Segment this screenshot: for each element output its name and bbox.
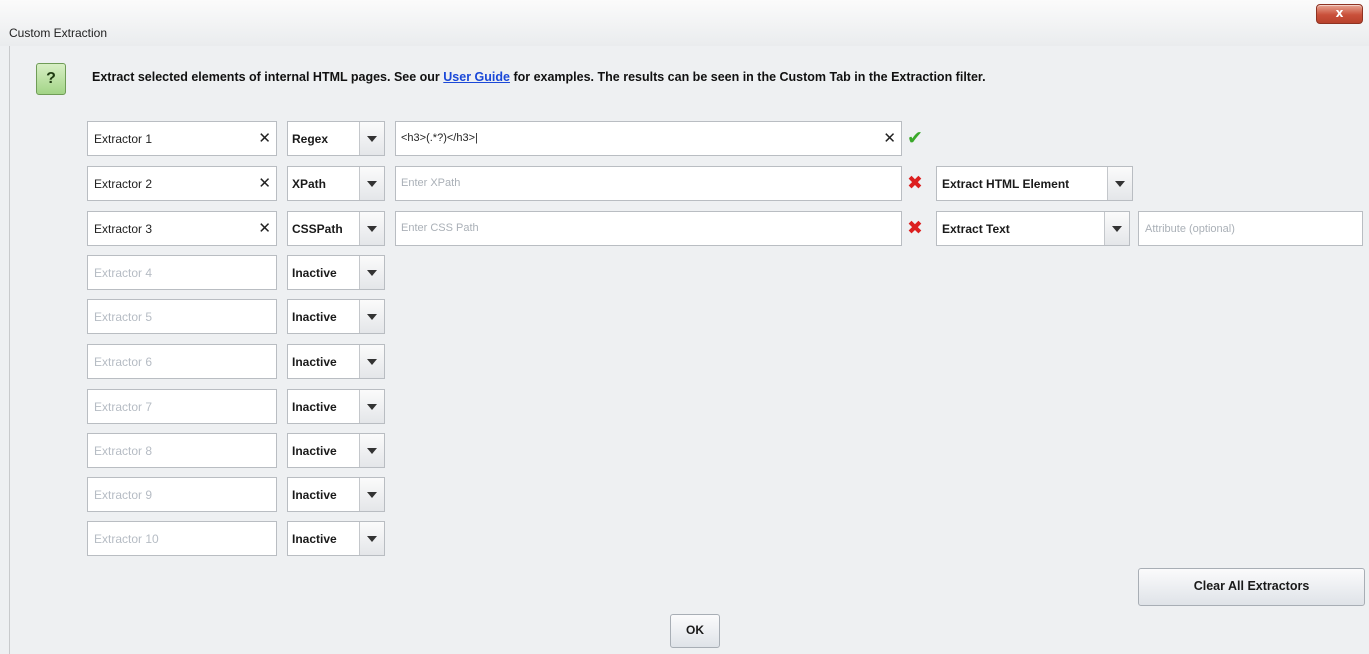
expression-placeholder: Enter CSS Path (401, 222, 479, 234)
chevron-down-icon[interactable] (359, 522, 384, 555)
expression-value: <h3>(.*?)</h3>| (401, 132, 478, 144)
extractor-row-2: Extractor 2 ✕ XPath Enter XPath ✖ Extrac… (0, 166, 1369, 203)
extractor-type-select[interactable]: Inactive (287, 255, 385, 290)
expression-field[interactable]: Enter XPath (395, 166, 902, 201)
chevron-down-icon[interactable] (359, 478, 384, 511)
extract-mode-select[interactable]: Extract HTML Element (936, 166, 1133, 201)
extractor-name-text: Extractor 9 (94, 488, 153, 502)
extractor-type-select[interactable]: Inactive (287, 344, 385, 379)
clear-name-icon[interactable]: ✕ (258, 129, 271, 147)
extractor-name-text: Extractor 10 (94, 532, 159, 546)
chevron-down-icon[interactable] (359, 212, 384, 245)
chevron-down-icon[interactable] (1104, 212, 1129, 245)
extractor-name-field[interactable]: Extractor 3 ✕ (87, 211, 277, 246)
expression-placeholder: Enter XPath (401, 177, 461, 189)
chevron-down-icon[interactable] (359, 345, 384, 378)
custom-extraction-dialog: Custom Extraction x ? Extract selected e… (0, 0, 1369, 654)
window-title: Custom Extraction (9, 26, 108, 40)
extract-mode-value: Extract HTML Element (942, 177, 1070, 191)
ok-button[interactable]: OK (670, 614, 720, 648)
extractor-type-value: XPath (292, 177, 327, 191)
intro-after-link: for examples. The results can be seen in… (509, 70, 986, 84)
valid-check-icon: ✔ (907, 127, 923, 149)
intro-before-link: Extract selected elements of internal HT… (92, 70, 444, 84)
extractor-name-field[interactable]: Extractor 8 (87, 433, 277, 468)
extractor-name-field[interactable]: Extractor 9 (87, 477, 277, 512)
extractor-name-text: Extractor 4 (94, 266, 153, 280)
title-bar: Custom Extraction x (0, 0, 1369, 46)
invalid-cross-icon: ✖ (907, 217, 923, 239)
extractor-type-value: Inactive (292, 400, 337, 414)
extractor-name-field[interactable]: Extractor 4 (87, 255, 277, 290)
clear-all-extractors-button[interactable]: Clear All Extractors (1138, 568, 1365, 606)
extractor-row-10: Extractor 10 Inactive (0, 521, 1369, 558)
chevron-down-icon[interactable] (359, 256, 384, 289)
attribute-placeholder: Attribute (optional) (1145, 223, 1235, 235)
chevron-down-icon[interactable] (359, 300, 384, 333)
clear-expression-icon[interactable]: ✕ (883, 129, 896, 147)
extractor-type-value: Inactive (292, 532, 337, 546)
extractor-name-field[interactable]: Extractor 5 (87, 299, 277, 334)
extractor-type-select[interactable]: Regex (287, 121, 385, 156)
extractor-type-value: Inactive (292, 355, 337, 369)
close-button[interactable]: x (1316, 4, 1363, 24)
extractor-row-5: Extractor 5 Inactive (0, 299, 1369, 336)
extractor-name-field[interactable]: Extractor 7 (87, 389, 277, 424)
extractor-row-3: Extractor 3 ✕ CSSPath Enter CSS Path ✖ E… (0, 211, 1369, 248)
extractor-name-text: Extractor 8 (94, 444, 153, 458)
chevron-down-icon[interactable] (1107, 167, 1132, 200)
expression-field[interactable]: <h3>(.*?)</h3>| ✕ (395, 121, 902, 156)
invalid-cross-icon: ✖ (907, 172, 923, 194)
extractor-row-6: Extractor 6 Inactive (0, 344, 1369, 381)
intro-text: Extract selected elements of internal HT… (92, 70, 986, 84)
extractor-name-field[interactable]: Extractor 2 ✕ (87, 166, 277, 201)
chevron-down-icon[interactable] (359, 167, 384, 200)
help-icon[interactable]: ? (36, 63, 66, 95)
clear-name-icon[interactable]: ✕ (258, 174, 271, 192)
extractor-type-select[interactable]: Inactive (287, 521, 385, 556)
extractor-type-select[interactable]: XPath (287, 166, 385, 201)
extractor-name-text: Extractor 6 (94, 355, 153, 369)
extractor-type-value: Inactive (292, 488, 337, 502)
extractor-row-4: Extractor 4 Inactive (0, 255, 1369, 292)
extractor-row-7: Extractor 7 Inactive (0, 389, 1369, 426)
extractor-name-text: Extractor 5 (94, 310, 153, 324)
extractor-name-text: Extractor 7 (94, 400, 153, 414)
expression-field[interactable]: Enter CSS Path (395, 211, 902, 246)
extractor-row-1: Extractor 1 ✕ Regex <h3>(.*?)</h3>| ✕ ✔ (0, 121, 1369, 158)
extractor-type-value: CSSPath (292, 222, 343, 236)
extractor-row-8: Extractor 8 Inactive (0, 433, 1369, 470)
extractor-type-value: Inactive (292, 266, 337, 280)
extractor-name-field[interactable]: Extractor 1 ✕ (87, 121, 277, 156)
chevron-down-icon[interactable] (359, 390, 384, 423)
extractor-type-select[interactable]: CSSPath (287, 211, 385, 246)
chevron-down-icon[interactable] (359, 434, 384, 467)
extractor-name-field[interactable]: Extractor 6 (87, 344, 277, 379)
extractor-type-select[interactable]: Inactive (287, 389, 385, 424)
extractor-row-9: Extractor 9 Inactive (0, 477, 1369, 514)
chevron-down-icon[interactable] (359, 122, 384, 155)
extractor-type-value: Inactive (292, 310, 337, 324)
extractor-name-text: Extractor 3 (94, 222, 153, 236)
extractor-type-value: Regex (292, 132, 329, 146)
extractor-type-select[interactable]: Inactive (287, 299, 385, 334)
extractor-type-select[interactable]: Inactive (287, 477, 385, 512)
extractor-type-value: Inactive (292, 444, 337, 458)
user-guide-link[interactable]: User Guide (443, 70, 510, 84)
attribute-field[interactable]: Attribute (optional) (1138, 211, 1363, 246)
extract-mode-select[interactable]: Extract Text (936, 211, 1130, 246)
extractor-type-select[interactable]: Inactive (287, 433, 385, 468)
clear-name-icon[interactable]: ✕ (258, 219, 271, 237)
extractor-name-text: Extractor 2 (94, 177, 153, 191)
extractor-name-field[interactable]: Extractor 10 (87, 521, 277, 556)
extractor-name-text: Extractor 1 (94, 132, 153, 146)
extract-mode-value: Extract Text (942, 222, 1010, 236)
